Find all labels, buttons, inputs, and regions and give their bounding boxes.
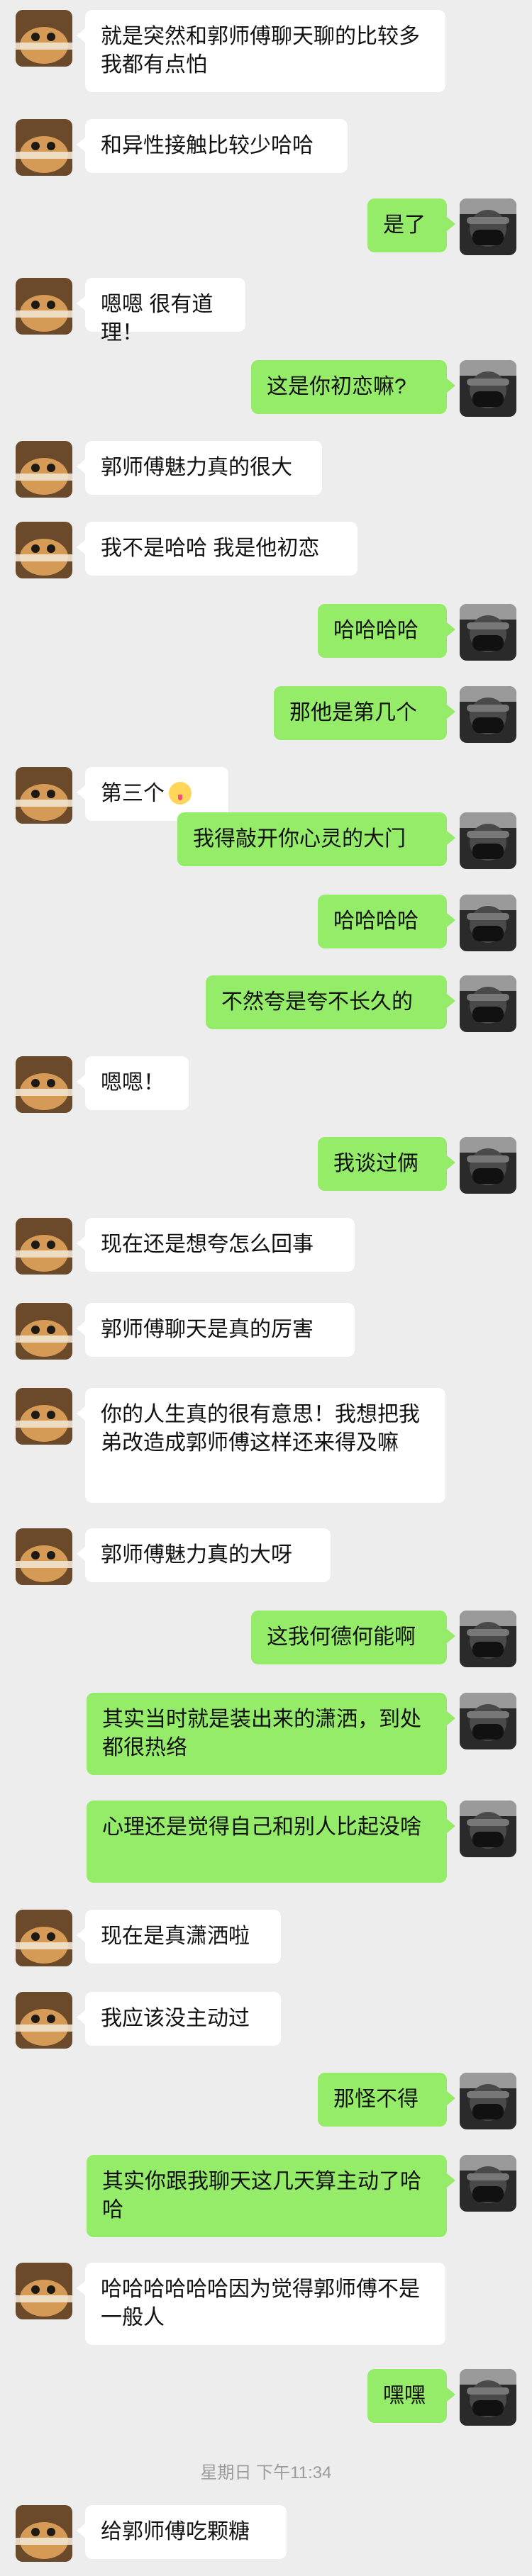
cat-avatar[interactable] bbox=[16, 10, 72, 67]
message-text: 嗯嗯！ bbox=[101, 1071, 165, 1094]
cat-avatar[interactable] bbox=[16, 119, 72, 176]
masked-person-avatar[interactable] bbox=[460, 1801, 516, 1857]
message-text: 哈哈哈哈哈哈因为觉得郭师傅不是一般人 bbox=[101, 2278, 420, 2329]
message-text: 哈哈哈哈 bbox=[333, 909, 419, 933]
message-bubble[interactable]: 哈哈哈哈 bbox=[318, 895, 455, 948]
message-bubble[interactable]: 是了 bbox=[367, 198, 455, 252]
masked-person-avatar[interactable] bbox=[460, 198, 516, 255]
message-text: 这是你初恋嘛? bbox=[267, 375, 406, 398]
message-text: 现在是真潇洒啦 bbox=[101, 1925, 250, 1948]
message-bubble[interactable]: 你的人生真的很有意思！我想把我弟改造成郭师傅这样还来得及嘛 bbox=[77, 1388, 445, 1503]
cat-avatar[interactable] bbox=[16, 522, 72, 578]
masked-person-avatar[interactable] bbox=[460, 686, 516, 743]
message-bubble[interactable]: 这是你初恋嘛? bbox=[251, 360, 455, 414]
message-text: 郭师傅魅力真的大呀 bbox=[101, 1543, 292, 1567]
message-text: 就是突然和郭师傅聊天聊的比较多 我都有点怕 bbox=[101, 25, 420, 77]
message-bubble[interactable]: 现在是真潇洒啦 bbox=[77, 1910, 281, 1964]
message-text: 我不是哈哈 我是他初恋 bbox=[101, 537, 320, 560]
message-text: 郭师傅魅力真的很大 bbox=[101, 456, 292, 479]
message-bubble[interactable]: 那他是第几个 bbox=[274, 686, 455, 740]
message-bubble[interactable]: 就是突然和郭师傅聊天聊的比较多 我都有点怕 bbox=[77, 10, 445, 92]
message-bubble[interactable]: 其实当时就是装出来的潇洒，到处都很热络 bbox=[87, 1693, 455, 1775]
message-bubble[interactable]: 现在还是想夸怎么回事 bbox=[77, 1218, 355, 1272]
message-bubble[interactable]: 郭师傅魅力真的大呀 bbox=[77, 1528, 331, 1582]
message-text: 那他是第几个 bbox=[289, 701, 417, 724]
message-text: 嗯嗯 很有道理！ bbox=[101, 293, 214, 345]
cat-avatar[interactable] bbox=[16, 2263, 72, 2319]
message-bubble[interactable]: 这我何德何能啊 bbox=[251, 1611, 455, 1664]
masked-person-avatar[interactable] bbox=[460, 1611, 516, 1667]
message-bubble[interactable]: 哈哈哈哈 bbox=[318, 604, 455, 658]
message-bubble[interactable]: 我不是哈哈 我是他初恋 bbox=[77, 522, 358, 576]
masked-person-avatar[interactable] bbox=[460, 2155, 516, 2212]
cat-avatar[interactable] bbox=[16, 1992, 72, 2049]
message-text: 这我何德何能啊 bbox=[267, 1625, 416, 1649]
message-bubble[interactable]: 其实你跟我聊天这几天算主动了哈哈 bbox=[87, 2155, 455, 2237]
cat-avatar[interactable] bbox=[16, 1528, 72, 1585]
message-text: 和异性接触比较少哈哈 bbox=[101, 134, 314, 157]
tongue-emoji bbox=[169, 782, 192, 805]
message-text: 我应该没主动过 bbox=[101, 2007, 250, 2030]
message-text: 那怪不得 bbox=[333, 2088, 419, 2111]
timestamp: 星期日 下午11:34 bbox=[200, 2463, 332, 2482]
chat-conversation: 就是突然和郭师傅聊天聊的比较多 我都有点怕 和异性接触比较少哈哈 是了 嗯嗯 很… bbox=[0, 0, 532, 2576]
masked-person-avatar[interactable] bbox=[460, 975, 516, 1032]
message-bubble[interactable]: 我得敲开你心灵的大门 bbox=[177, 812, 455, 866]
message-text: 嘿嘿 bbox=[383, 2384, 426, 2407]
message-text: 现在还是想夸怎么回事 bbox=[101, 1233, 314, 1256]
masked-person-avatar[interactable] bbox=[460, 2073, 516, 2129]
message-text: 是了 bbox=[383, 213, 426, 237]
message-bubble[interactable]: 嗯嗯！ bbox=[77, 1056, 189, 1110]
masked-person-avatar[interactable] bbox=[460, 1137, 516, 1194]
message-bubble[interactable]: 嗯嗯 很有道理！ bbox=[77, 278, 245, 345]
cat-avatar[interactable] bbox=[16, 278, 72, 335]
cat-avatar[interactable] bbox=[16, 2505, 72, 2562]
message-text: 哈哈哈哈 bbox=[333, 619, 419, 642]
cat-avatar[interactable] bbox=[16, 767, 72, 824]
message-text: 心理还是觉得自己和别人比起没啥 bbox=[102, 1815, 421, 1839]
message-text: 郭师傅聊天是真的厉害 bbox=[101, 1318, 314, 1341]
message-bubble[interactable]: 嘿嘿 bbox=[367, 2369, 455, 2423]
masked-person-avatar[interactable] bbox=[460, 604, 516, 661]
masked-person-avatar[interactable] bbox=[460, 812, 516, 869]
message-text: 其实你跟我聊天这几天算主动了哈哈 bbox=[102, 2170, 421, 2222]
message-bubble[interactable]: 郭师傅聊天是真的厉害 bbox=[77, 1303, 355, 1357]
message-bubble[interactable]: 给郭师傅吃颗糖 bbox=[77, 2505, 287, 2559]
message-text: 不然夸是夸不长久的 bbox=[221, 990, 413, 1014]
message-text: 我谈过俩 bbox=[333, 1152, 419, 1175]
message-bubble[interactable]: 郭师傅魅力真的很大 bbox=[77, 441, 322, 495]
masked-person-avatar[interactable] bbox=[460, 895, 516, 951]
message-bubble[interactable]: 我应该没主动过 bbox=[77, 1992, 281, 2046]
cat-avatar[interactable] bbox=[16, 1056, 72, 1113]
message-text: 你的人生真的很有意思！我想把我弟改造成郭师傅这样还来得及嘛 bbox=[101, 1403, 420, 1455]
message-bubble[interactable]: 我谈过俩 bbox=[318, 1137, 455, 1191]
masked-person-avatar[interactable] bbox=[460, 2369, 516, 2426]
message-bubble[interactable]: 心理还是觉得自己和别人比起没啥 bbox=[87, 1801, 455, 1883]
cat-avatar[interactable] bbox=[16, 1218, 72, 1275]
message-text: 第三个 bbox=[101, 782, 165, 805]
message-bubble[interactable]: 那怪不得 bbox=[318, 2073, 455, 2127]
message-bubble[interactable]: 不然夸是夸不长久的 bbox=[206, 975, 455, 1029]
cat-avatar[interactable] bbox=[16, 441, 72, 498]
message-text: 我得敲开你心灵的大门 bbox=[193, 827, 406, 851]
message-text: 其实当时就是装出来的潇洒，到处都很热络 bbox=[102, 1708, 421, 1759]
message-bubble[interactable]: 和异性接触比较少哈哈 bbox=[77, 119, 348, 173]
message-bubble[interactable]: 哈哈哈哈哈哈因为觉得郭师傅不是一般人 bbox=[77, 2263, 445, 2345]
cat-avatar[interactable] bbox=[16, 1303, 72, 1360]
masked-person-avatar[interactable] bbox=[460, 1693, 516, 1749]
cat-avatar[interactable] bbox=[16, 1910, 72, 1966]
message-text: 给郭师傅吃颗糖 bbox=[101, 2520, 250, 2543]
masked-person-avatar[interactable] bbox=[460, 360, 516, 417]
cat-avatar[interactable] bbox=[16, 1388, 72, 1445]
